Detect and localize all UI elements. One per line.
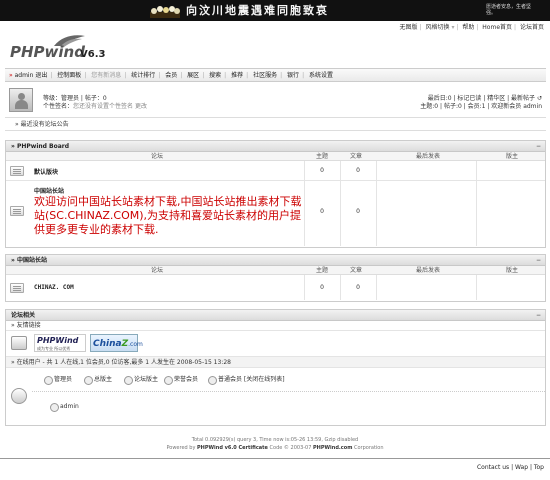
forum-row[interactable]: 中国站长站 欢迎访问中国站长站素材下载,中国站长站推出素材下载站(SC.CHIN… [6,181,545,246]
forum-posts: 0 [356,284,360,291]
col-moderators: 版主 [506,267,519,274]
memorial-banner: 向汶川地震遇难同胞致哀 愿逝者安息，生者坚强。 [0,0,550,21]
phpwind-link-logo[interactable]: PHPWind 成为专业 所以优秀 [34,334,86,352]
footer-debug-info: Total 0.092929(s) query 3, Time now is:0… [191,437,359,443]
collapse-icon[interactable]: − [536,141,541,152]
nav-arrow-icon: » [9,72,13,79]
nav-new-messages[interactable]: 您有新消息 [91,72,121,79]
category-chinaz: » 中国站长站 − 论坛 主题 文章 最后发表 版主 CHINAZ. COM 0… [5,254,546,302]
toplink-style-switch[interactable]: 风格切换 [425,24,449,31]
friend-links-title: » 友情链接 [6,321,545,331]
col-last-post: 最后发表 [416,267,441,274]
toplink-home[interactable]: Home首页 [482,24,512,31]
legend-admin: 管理员 [44,374,72,385]
bottom-bar: Contact us | Wap | Top [0,458,550,480]
forum-description: 欢迎访问中国站长站素材下载,中国站长站推出素材下载站(SC.CHINAZ.COM… [34,195,302,236]
logo-version: V6.3 [80,49,106,60]
page-footer: Total 0.092929(s) query 3, Time now is:0… [0,436,550,452]
forum-row[interactable]: 默认版块 0 0 [6,161,545,181]
forum-name[interactable]: 中国站长站 [34,186,64,195]
forum-name[interactable]: 默认版块 [34,167,58,176]
collapse-icon[interactable]: − [536,255,541,266]
user-info-panel: 等级：管理员 | 帖子：0 个性签名：您还没有设置个性签名 更改 最后日:0 |… [5,84,546,118]
category-phpwind-board: » PHPwind Board − 论坛 主题 文章 最后发表 版主 默认版块 … [5,140,546,248]
signature-label: 个性签名： [43,103,74,110]
category-title: » PHPwind Board [11,143,70,150]
forum-status-icon [10,283,24,293]
footer-phpwind-link[interactable]: PHPWind v6.0 Certificate [197,445,268,451]
forum-status-icon [10,166,24,176]
collapse-icon[interactable]: − [536,310,541,321]
avatar[interactable] [9,88,33,112]
panel-header[interactable]: 论坛相关 − [6,310,545,321]
nav-username[interactable]: admin [15,72,34,79]
nav-members[interactable]: 会员 [165,72,177,79]
col-last-post: 最后发表 [416,153,441,160]
col-moderators: 版主 [506,153,519,160]
nav-community[interactable]: 社区服务 [253,72,277,79]
banner-subtitle: 愿逝者安息，生者坚强。 [486,4,532,16]
signature-change-link[interactable]: 更改 [135,103,147,110]
category-title: » 中国站长站 [11,257,47,264]
panel-title: 论坛相关 [11,312,36,319]
forum-topics: 0 [320,208,324,215]
nav-recommend[interactable]: 推荐 [231,72,243,79]
legend-honor-member: 荣誉会员 [164,374,198,385]
online-users-summary[interactable]: » 在线用户 - 共 1 人在线,1 位会员,0 位访客,最多 1 人发生在 2… [6,357,545,368]
toplink-help[interactable]: 帮助 [462,24,474,31]
col-topics: 主题 [316,153,329,160]
col-forum: 论坛 [151,267,164,274]
category-header[interactable]: » PHPwind Board − [6,141,545,152]
friend-links-row: PHPWind 成为专业 所以优秀 ChinaZ.com [6,331,545,357]
forum-name[interactable]: CHINAZ. COM [34,284,74,291]
nav-showcase[interactable]: 展区 [187,72,199,79]
logo-wordmark: PHPwind [10,43,85,61]
forum-table-header: 论坛 主题 文章 最后发表 版主 [6,266,545,275]
main-nav: » admin 退出 | 控制面板 | 您有新消息 | 统计排行 | 会员 | 展区 | 搜… [5,68,546,82]
site-logo[interactable]: PHPwind V6.3 [10,34,120,64]
top-links: 无图版 | 风格切换 ▾ | 帮助 | Home首页 | 论坛首页 [399,24,544,31]
memorial-flowers-icon [150,6,180,18]
footer-powered-by: Powered by PHPWind v6.0 Certificate Code… [166,445,384,451]
legend-super-mod: 总版主 [84,374,112,385]
footer-phpwind-site[interactable]: PHPWind.com [313,445,352,451]
toplink-forum-home[interactable]: 论坛首页 [520,24,544,31]
nav-bank[interactable]: 银行 [287,72,299,79]
links-icon [11,336,27,350]
nav-search[interactable]: 搜索 [209,72,221,79]
announcement-bar: » 最近没有论坛公告 [5,119,546,131]
online-users-panel: 管理员 总版主 论坛版主 荣誉会员 普通会员 [关闭在线列表] admin [6,368,545,425]
banner-title: 向汶川地震遇难同胞致哀 [186,4,329,17]
col-posts: 文章 [350,153,363,160]
bottom-links[interactable]: Contact us | Wap | Top [477,464,544,471]
forum-topics: 0 [320,167,324,174]
user-signature: 个性签名：您还没有设置个性签名 更改 [43,101,147,110]
nav-stats[interactable]: 统计排行 [131,72,155,79]
forum-row[interactable]: CHINAZ. COM 0 0 [6,275,545,300]
online-user[interactable]: admin [50,401,79,412]
col-forum: 论坛 [151,153,164,160]
toplink-text-mode[interactable]: 无图版 [399,24,417,31]
col-posts: 文章 [350,267,363,274]
close-online-list[interactable]: 普通会员 [关闭在线列表] [208,374,285,385]
board-stats: 主题:0 | 帖子:0 | 会员:1 | 欢迎新会员 admin [420,103,542,110]
nav-system-settings[interactable]: 系统设置 [309,72,333,79]
category-header[interactable]: » 中国站长站 − [6,255,545,266]
col-topics: 主题 [316,267,329,274]
legend-forum-mod: 论坛版主 [124,374,158,385]
nav-control-panel[interactable]: 控制面板 [57,72,81,79]
nav-logout[interactable]: 退出 [35,72,47,79]
forum-topics: 0 [320,284,324,291]
forum-posts: 0 [356,167,360,174]
forum-status-icon [10,206,24,216]
online-users-icon [11,388,27,404]
signature-empty: 您还没有设置个性签名 [73,103,134,110]
forum-related-panel: 论坛相关 − » 友情链接 PHPWind 成为专业 所以优秀 ChinaZ.c… [5,309,546,426]
forum-posts: 0 [356,208,360,215]
forum-table-header: 论坛 主题 文章 最后发表 版主 [6,152,545,161]
chinaz-link-logo[interactable]: ChinaZ.com [90,334,143,352]
